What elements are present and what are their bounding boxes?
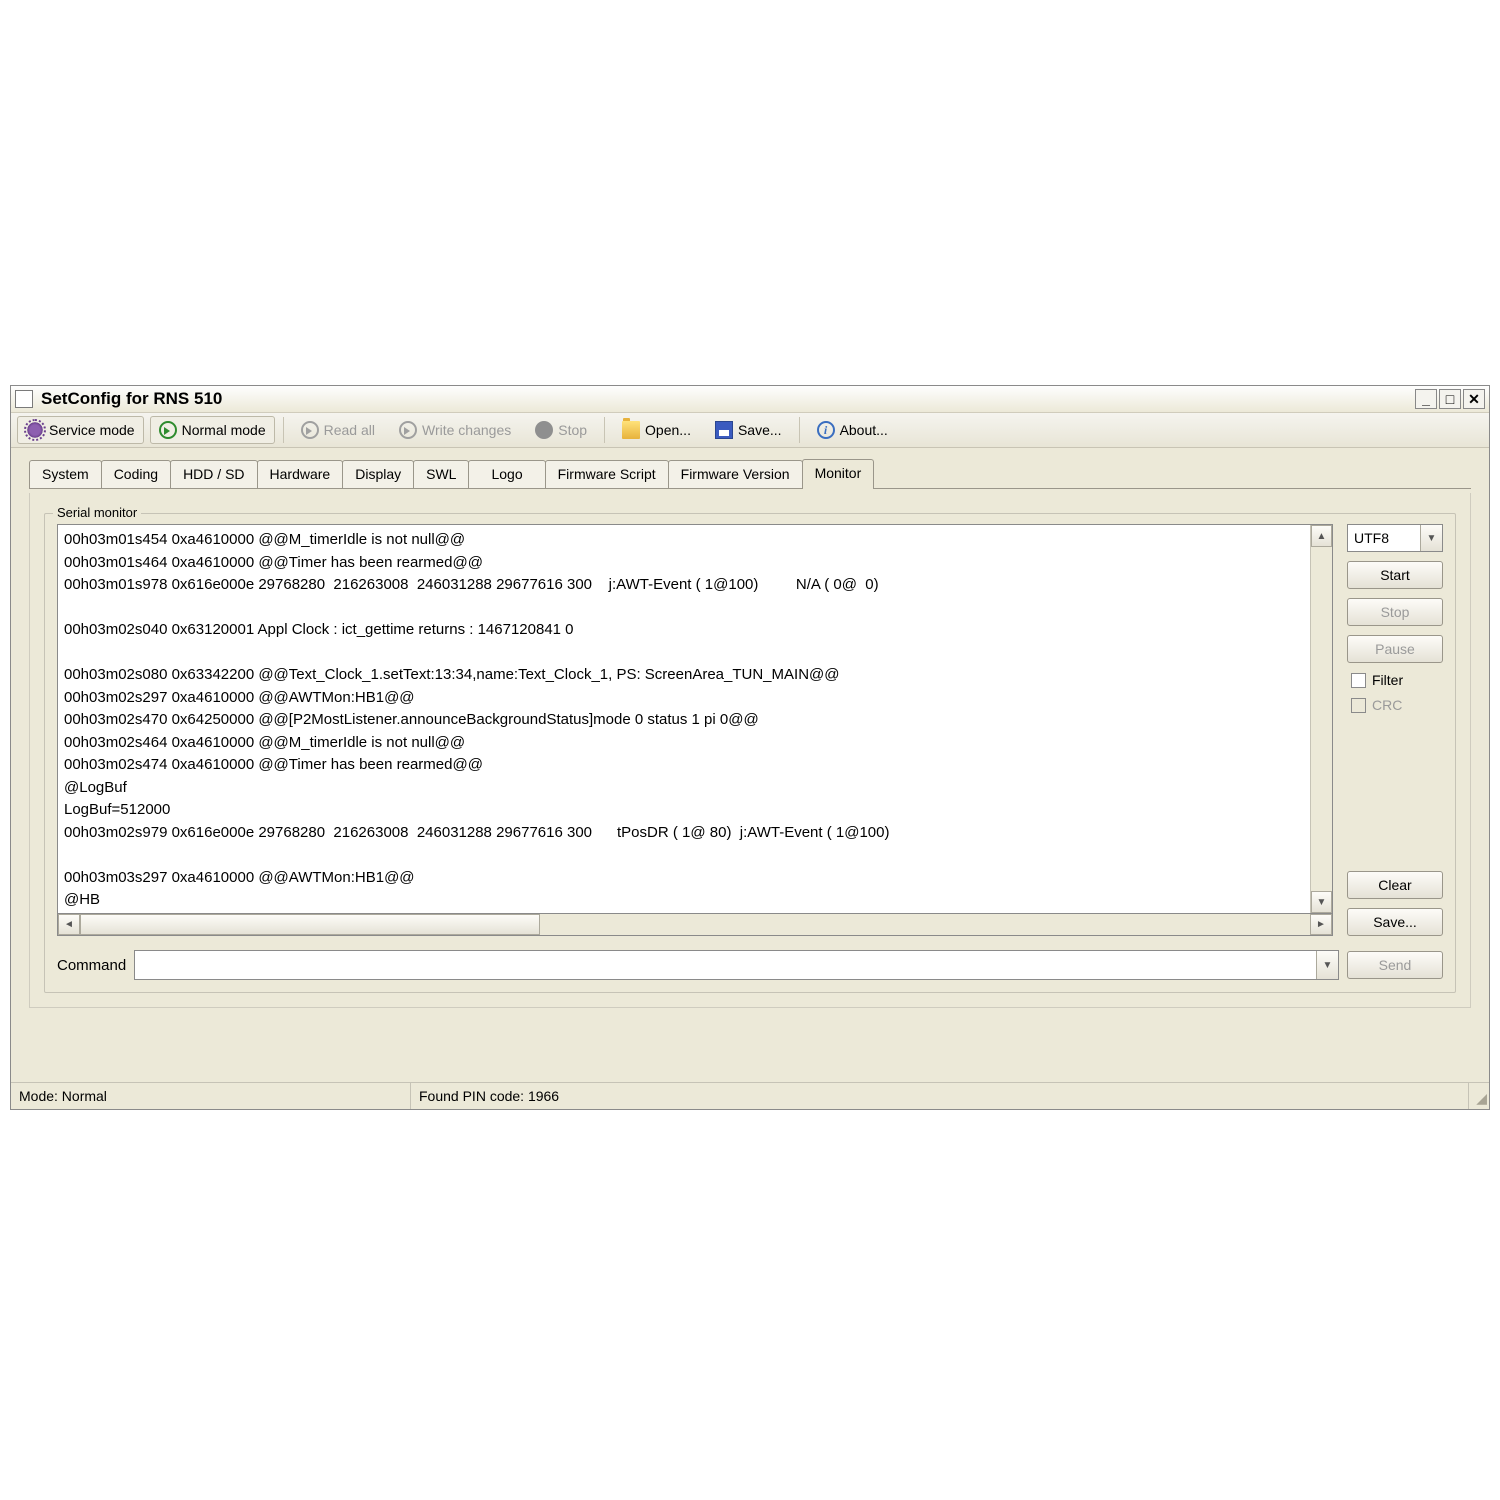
toolbar-separator (799, 417, 800, 443)
toolbar-separator (283, 417, 284, 443)
read-all-label: Read all (324, 422, 375, 438)
service-mode-label: Service mode (49, 422, 135, 438)
clear-button[interactable]: Clear (1347, 871, 1443, 899)
stop-button[interactable]: Stop (526, 416, 596, 444)
titlebar: SetConfig for RNS 510 _ □ ✕ (11, 386, 1489, 413)
window-title: SetConfig for RNS 510 (41, 389, 1415, 409)
command-input[interactable]: ▼ (134, 950, 1339, 980)
minimize-button[interactable]: _ (1415, 389, 1437, 409)
tab-hdd-sd[interactable]: HDD / SD (170, 460, 257, 488)
chevron-down-icon: ▼ (1316, 951, 1338, 979)
send-button[interactable]: Send (1347, 951, 1443, 979)
command-field[interactable] (135, 951, 1316, 979)
app-icon (15, 390, 33, 408)
tab-monitor[interactable]: Monitor (802, 459, 875, 489)
normal-mode-button[interactable]: Normal mode (150, 416, 275, 444)
tab-system[interactable]: System (29, 460, 102, 488)
status-pin: Found PIN code: 1966 (411, 1083, 1469, 1109)
save-log-button[interactable]: Save... (1347, 908, 1443, 936)
write-changes-label: Write changes (422, 422, 511, 438)
group-title: Serial monitor (53, 505, 141, 520)
read-all-button[interactable]: Read all (292, 416, 384, 444)
save-icon (715, 421, 733, 439)
open-button[interactable]: Open... (613, 416, 700, 444)
scroll-left-button[interactable]: ◄ (58, 914, 80, 935)
checkbox-icon (1351, 698, 1366, 713)
tab-display[interactable]: Display (342, 460, 414, 488)
open-label: Open... (645, 422, 691, 438)
crc-checkbox[interactable]: CRC (1347, 697, 1443, 713)
about-label: About... (840, 422, 888, 438)
encoding-value: UTF8 (1348, 530, 1420, 546)
scroll-up-button[interactable]: ▲ (1311, 525, 1332, 547)
filter-label: Filter (1372, 672, 1403, 688)
normal-mode-label: Normal mode (182, 422, 266, 438)
status-mode: Mode: Normal (11, 1083, 411, 1109)
stop-label: Stop (558, 422, 587, 438)
tab-hardware[interactable]: Hardware (257, 460, 344, 488)
toolbar: Service mode Normal mode Read all Write … (11, 413, 1489, 448)
gear-icon (26, 421, 44, 439)
scroll-track[interactable] (1311, 547, 1332, 891)
scroll-thumb[interactable] (80, 914, 540, 935)
start-button[interactable]: Start (1347, 561, 1443, 589)
status-bar: Mode: Normal Found PIN code: 1966 ◢ (11, 1082, 1489, 1109)
info-icon: i (817, 421, 835, 439)
scroll-down-button[interactable]: ▼ (1311, 891, 1332, 913)
close-button[interactable]: ✕ (1463, 389, 1485, 409)
resize-grip-icon[interactable]: ◢ (1469, 1083, 1489, 1109)
encoding-select[interactable]: UTF8 ▼ (1347, 524, 1443, 552)
serial-monitor-group: Serial monitor 00h03m01s454 0xa4610000 @… (44, 513, 1456, 993)
play-green-icon (159, 421, 177, 439)
read-all-icon (301, 421, 319, 439)
save-label: Save... (738, 422, 782, 438)
pause-button[interactable]: Pause (1347, 635, 1443, 663)
log-text: 00h03m01s454 0xa4610000 @@M_timerIdle is… (58, 525, 1310, 913)
maximize-button[interactable]: □ (1439, 389, 1461, 409)
write-changes-icon (399, 421, 417, 439)
tab-strip: System Coding HDD / SD Hardware Display … (11, 448, 1489, 488)
write-changes-button[interactable]: Write changes (390, 416, 520, 444)
service-mode-button[interactable]: Service mode (17, 416, 144, 444)
horizontal-scrollbar[interactable]: ◄ ► (57, 914, 1333, 936)
filter-checkbox[interactable]: Filter (1347, 672, 1443, 688)
stop-icon (535, 421, 553, 439)
folder-open-icon (622, 421, 640, 439)
checkbox-icon (1351, 673, 1366, 688)
stop-monitor-button[interactable]: Stop (1347, 598, 1443, 626)
vertical-scrollbar[interactable]: ▲ ▼ (1310, 525, 1332, 913)
tab-coding[interactable]: Coding (101, 460, 171, 488)
tab-firmware-script[interactable]: Firmware Script (545, 460, 669, 488)
scroll-track[interactable] (540, 914, 1310, 935)
tab-logo[interactable]: Logo (468, 460, 545, 488)
about-button[interactable]: i About... (808, 416, 897, 444)
monitor-controls: UTF8 ▼ Start Stop Pause Filter CRC (1347, 524, 1443, 936)
command-label: Command (57, 957, 126, 974)
main-window: SetConfig for RNS 510 _ □ ✕ Service mode… (10, 385, 1490, 1110)
log-output[interactable]: 00h03m01s454 0xa4610000 @@M_timerIdle is… (57, 524, 1333, 914)
tab-swl[interactable]: SWL (413, 460, 469, 488)
crc-label: CRC (1372, 697, 1402, 713)
tab-firmware-version[interactable]: Firmware Version (668, 460, 803, 488)
scroll-right-button[interactable]: ► (1310, 914, 1332, 935)
save-button[interactable]: Save... (706, 416, 791, 444)
toolbar-separator (604, 417, 605, 443)
chevron-down-icon: ▼ (1420, 525, 1442, 551)
tab-panel: Serial monitor 00h03m01s454 0xa4610000 @… (29, 493, 1471, 1008)
